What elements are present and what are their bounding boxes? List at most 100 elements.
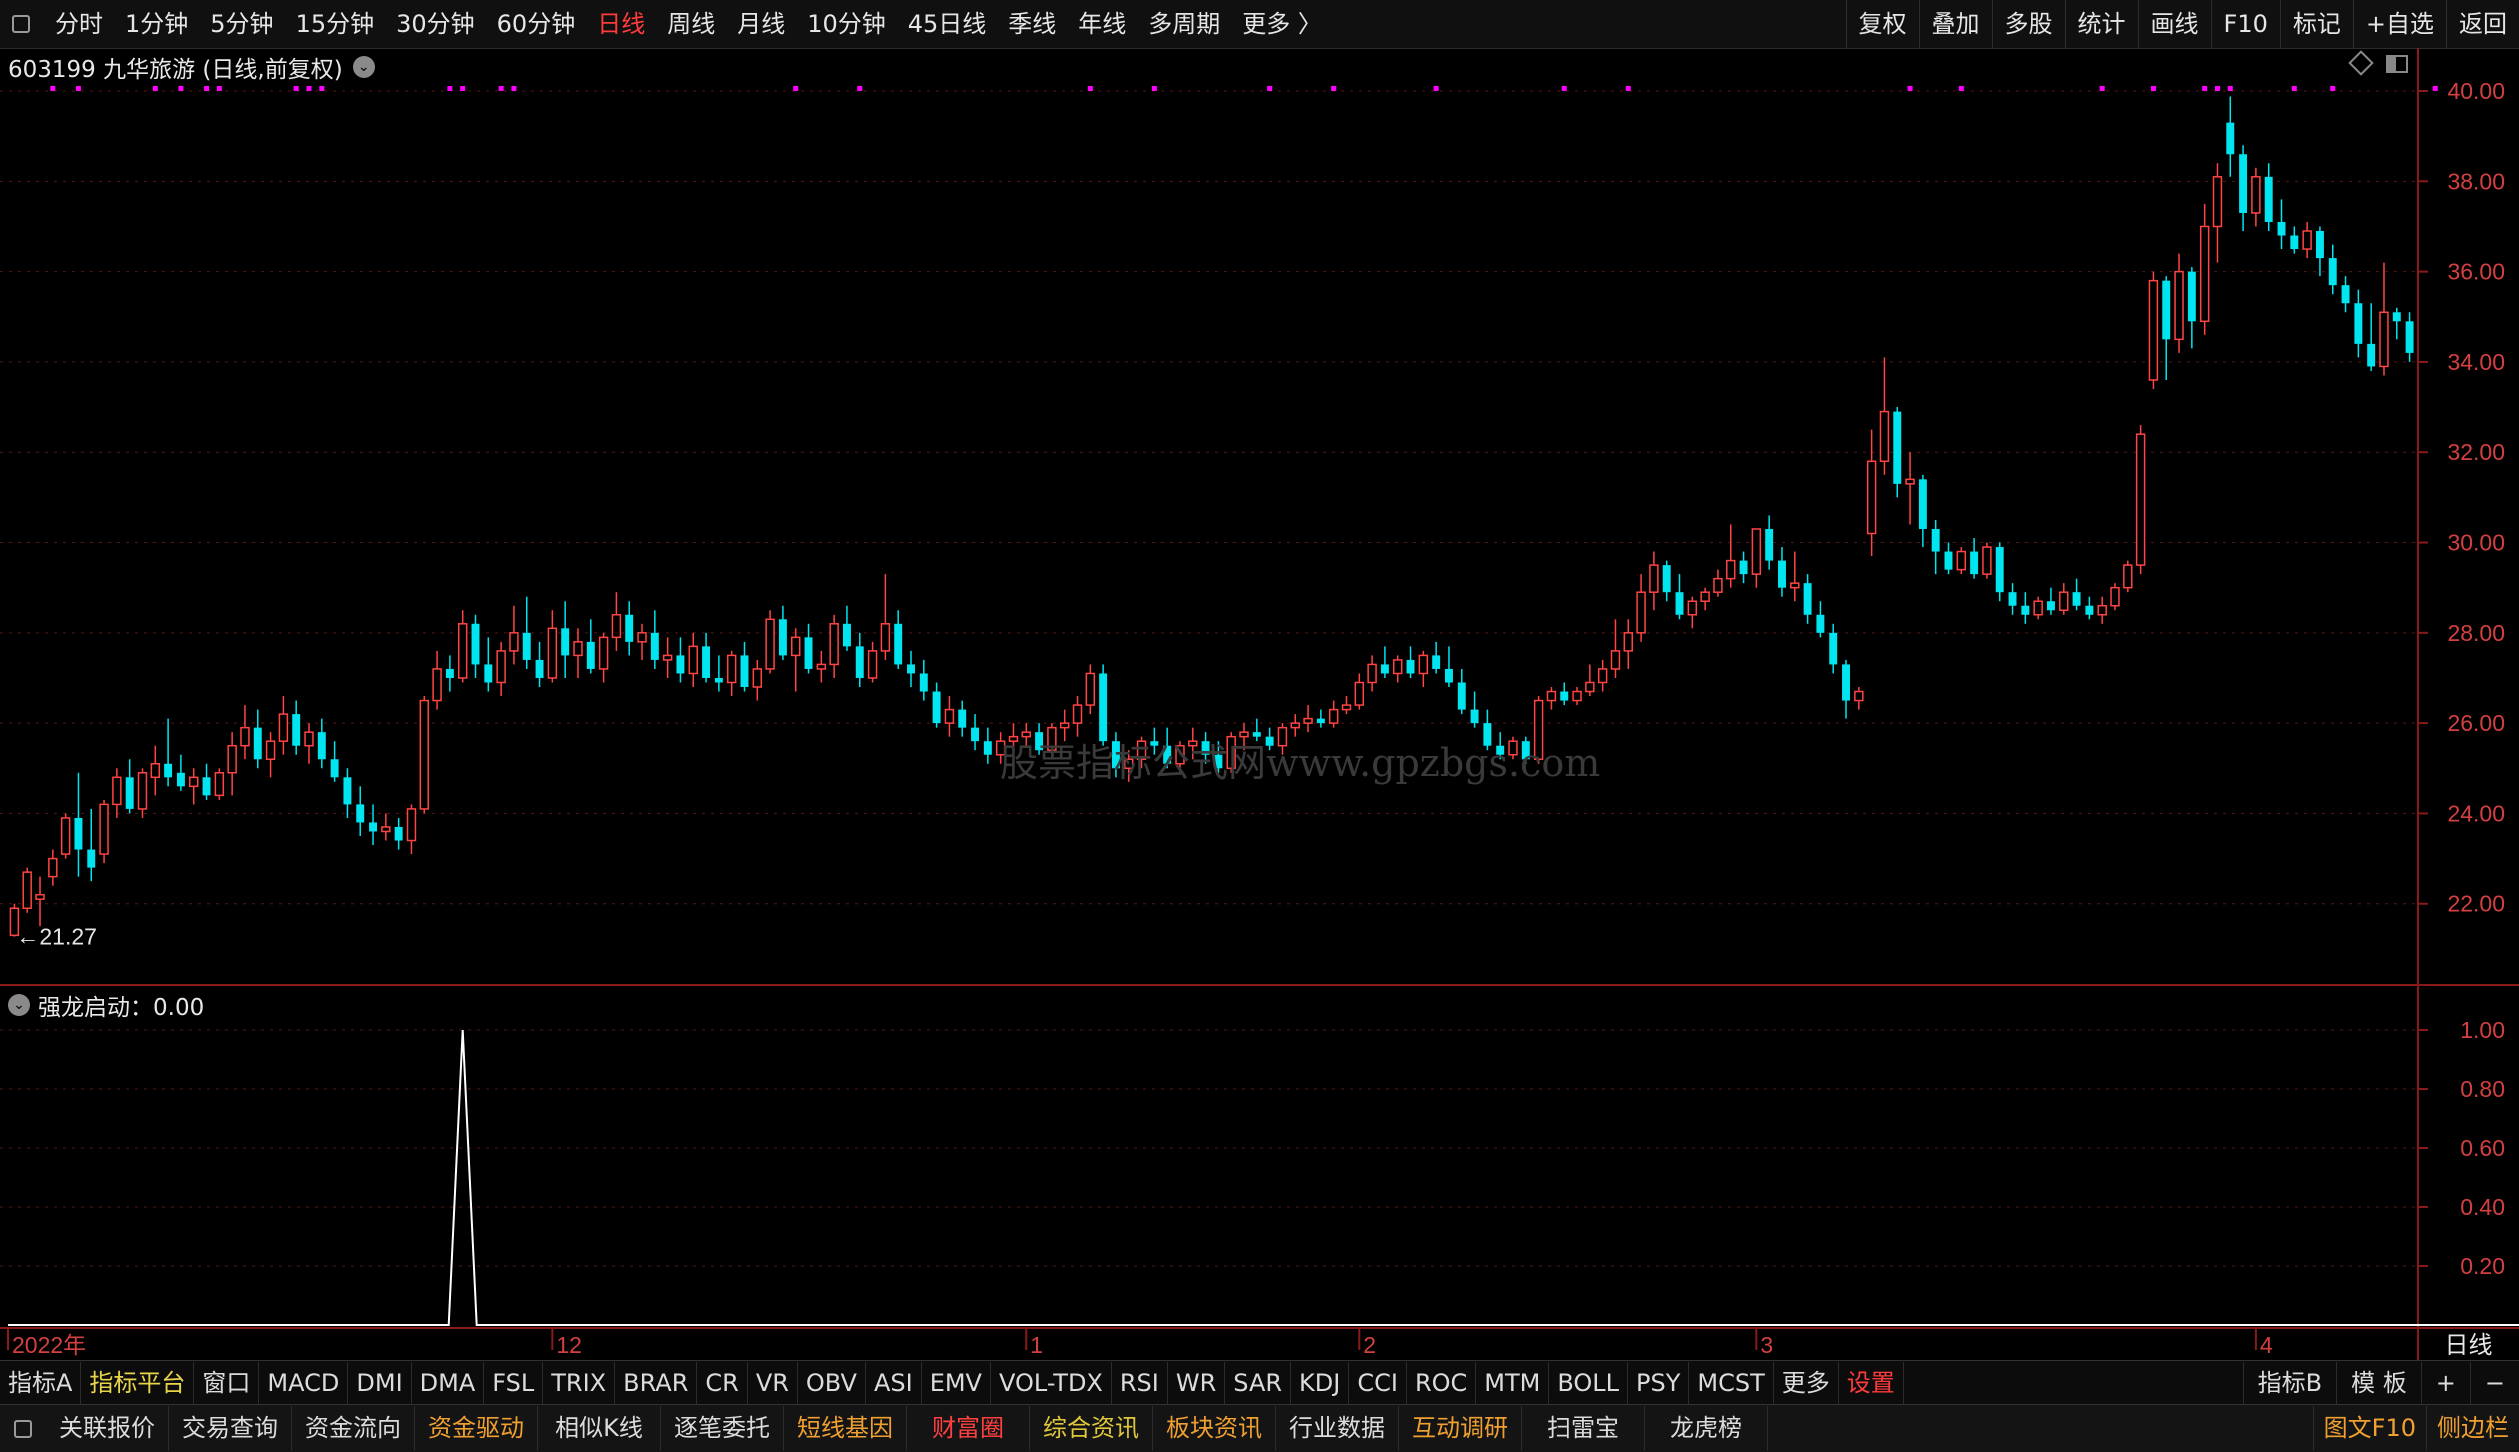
candle-body-up: [35, 893, 45, 900]
indicator-tab-1[interactable]: 指标平台: [81, 1362, 195, 1404]
period-label: 日线: [2444, 1331, 2493, 1359]
candle-body-up: [1636, 591, 1646, 634]
candle-body-up: [419, 699, 429, 810]
indicator-tab-24[interactable]: MCST: [1689, 1362, 1774, 1404]
candle-body-down: [2239, 154, 2248, 213]
indicator-tab-right-0[interactable]: 指标B: [2242, 1362, 2336, 1404]
signal-dot: [216, 86, 222, 91]
info-right-0[interactable]: 图文F10: [2312, 1406, 2426, 1451]
indicator-tab-7[interactable]: TRIX: [543, 1362, 616, 1404]
candle-body-down: [894, 623, 903, 665]
sidebar-toggle-icon[interactable]: [14, 1419, 32, 1438]
candle-body-up: [1085, 672, 1096, 706]
indicator-tab-20[interactable]: ROC: [1407, 1362, 1477, 1404]
info-tab-0[interactable]: 关联报价: [46, 1406, 169, 1451]
y-tick-label: 34.00: [2447, 349, 2505, 375]
candle-body-down: [343, 777, 352, 805]
signal-dot: [1151, 86, 1157, 91]
candle-body-up: [1597, 668, 1608, 684]
indicator-tab-right-3[interactable]: −: [2469, 1362, 2519, 1404]
indicator-tab-4[interactable]: DMI: [348, 1362, 412, 1404]
indicator-tab-0[interactable]: 指标A: [0, 1362, 82, 1404]
indicator-tab-17[interactable]: SAR: [1225, 1362, 1292, 1404]
signal-dot: [2150, 86, 2156, 91]
candle-body-up: [381, 826, 391, 833]
indicator-tab-3[interactable]: MACD: [259, 1362, 349, 1404]
indicator-tab-8[interactable]: BRAR: [615, 1362, 698, 1404]
candle-body-down: [740, 655, 749, 688]
indicator-tab-23[interactable]: PSY: [1628, 1362, 1690, 1404]
indicator-tab-11[interactable]: OBV: [798, 1362, 866, 1404]
info-tab-4[interactable]: 相似K线: [538, 1406, 661, 1451]
info-tab-13[interactable]: 龙虎榜: [1645, 1406, 1768, 1451]
candle-body-down: [1739, 560, 1748, 575]
indicator-tab-26[interactable]: 设置: [1839, 1362, 1904, 1404]
indicator-tab-19[interactable]: CCI: [1349, 1362, 1407, 1404]
indicator-tab-22[interactable]: BOLL: [1549, 1362, 1629, 1404]
info-tab-10[interactable]: 行业数据: [1276, 1406, 1399, 1451]
indicator-tabs-right: 指标B 模 板 + −: [2242, 1361, 2519, 1405]
signal-dot: [857, 86, 863, 91]
candle-body-down: [1970, 551, 1979, 575]
candle-body-down: [2187, 271, 2196, 322]
signal-dot: [2291, 86, 2297, 91]
candle-body-down: [2046, 601, 2055, 611]
info-tab-9[interactable]: 板块资讯: [1153, 1406, 1276, 1451]
indicator-tab-15[interactable]: RSI: [1112, 1362, 1168, 1404]
candle-body-up: [1354, 681, 1365, 706]
candle-body-down: [176, 772, 185, 787]
candle-body-up: [547, 627, 558, 679]
candle-body-down: [2008, 592, 2017, 606]
signal-dot: [1331, 86, 1337, 91]
signal-dot: [319, 86, 325, 91]
indicator-tab-14[interactable]: VOL-TDX: [991, 1362, 1112, 1404]
candle-body-up: [457, 623, 468, 679]
indicator-tab-5[interactable]: DMA: [412, 1362, 485, 1404]
candle-body-down: [1765, 528, 1774, 561]
info-tab-5[interactable]: 逐笔委托: [661, 1406, 784, 1451]
info-right-1[interactable]: 侧边栏: [2426, 1406, 2519, 1451]
indicator-tab-12[interactable]: ASI: [866, 1362, 922, 1404]
info-tab-1[interactable]: 交易查询: [169, 1406, 292, 1451]
indicator-tab-2[interactable]: 窗口: [194, 1362, 260, 1404]
indicator-tab-18[interactable]: KDJ: [1291, 1362, 1350, 1404]
candle-body-up: [1059, 722, 1070, 729]
indicator-tab-16[interactable]: WR: [1168, 1362, 1226, 1404]
candle-body-down: [125, 777, 134, 809]
indicator-tab-right-1[interactable]: 模 板: [2336, 1362, 2421, 1404]
info-tab-6[interactable]: 短线基因: [784, 1406, 907, 1451]
candle-body-up: [2212, 176, 2223, 228]
candle-body-down: [484, 664, 493, 683]
candle-body-down: [932, 691, 941, 724]
candle-body-up: [1956, 550, 1967, 571]
info-tab-7[interactable]: 财富圈: [907, 1406, 1030, 1451]
candle-body-down: [714, 677, 723, 683]
indicator-tab-6[interactable]: FSL: [484, 1362, 544, 1404]
info-tab-11[interactable]: 互动调研: [1399, 1406, 1522, 1451]
candlestick-chart[interactable]: 40.00 38.00 36.00 34.00 32.00 30.00 28.00 26.00…: [0, 0, 2519, 1451]
signal-dot: [2330, 86, 2336, 91]
indicator-tab-21[interactable]: MTM: [1476, 1362, 1550, 1404]
indicator-tab-9[interactable]: CR: [697, 1362, 748, 1404]
x-tick-label: 2022年: [12, 1332, 86, 1358]
indicator-tab-10[interactable]: VR: [748, 1362, 798, 1404]
info-tab-8[interactable]: 综合资讯: [1030, 1406, 1153, 1451]
candle-body-down: [2277, 221, 2286, 236]
candle-body-down: [87, 849, 96, 868]
indicator-tab-right-2[interactable]: +: [2420, 1362, 2470, 1404]
candle-body-down: [394, 826, 403, 841]
candle-body-down: [535, 659, 544, 678]
signal-dot: [2432, 86, 2438, 91]
candle-body-down: [2405, 321, 2414, 353]
candle-body-up: [880, 623, 891, 652]
indicator-tab-25[interactable]: 更多: [1774, 1362, 1839, 1404]
info-tab-12[interactable]: 扫雷宝: [1522, 1406, 1645, 1451]
candle-body-up: [60, 817, 71, 855]
info-tab-3[interactable]: 资金驱动: [415, 1406, 538, 1451]
chevron-down-icon[interactable]: ⌄: [8, 994, 30, 1016]
indicator-tab-13[interactable]: EMV: [922, 1362, 991, 1404]
candle-body-up: [496, 650, 506, 684]
candle-body-up: [1649, 564, 1659, 593]
signal-dot: [1958, 86, 1964, 91]
info-tab-2[interactable]: 资金流向: [292, 1406, 415, 1451]
